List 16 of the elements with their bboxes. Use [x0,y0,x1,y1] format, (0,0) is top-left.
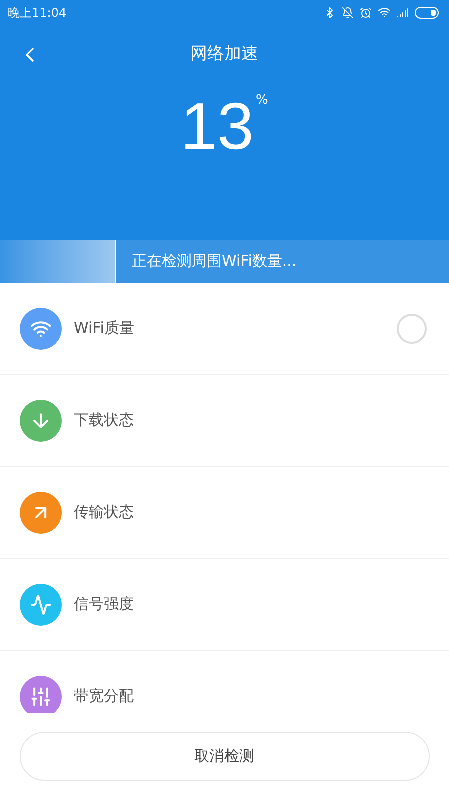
battery-icon [415,6,441,18]
check-item-label: WiFi质量 [74,318,134,340]
mute-icon [342,6,354,18]
check-item-label: 传输状态 [74,502,134,524]
check-item-label: 带宽分配 [74,686,134,708]
cancel-button[interactable]: 取消检测 [20,732,430,781]
percent-sign: % [256,92,268,110]
alarm-icon [360,6,372,18]
page-title: 网络加速 [190,43,258,66]
status-time: 晚上11:04 [8,4,67,22]
check-item-label: 下载状态 [74,410,134,432]
scan-status-text: 正在检测周围WiFi数量... [132,251,297,272]
progress-percent: 13 [180,93,254,159]
check-item-label: 信号强度 [74,594,134,616]
signal-icon [397,6,409,18]
bluetooth-icon [324,6,336,18]
